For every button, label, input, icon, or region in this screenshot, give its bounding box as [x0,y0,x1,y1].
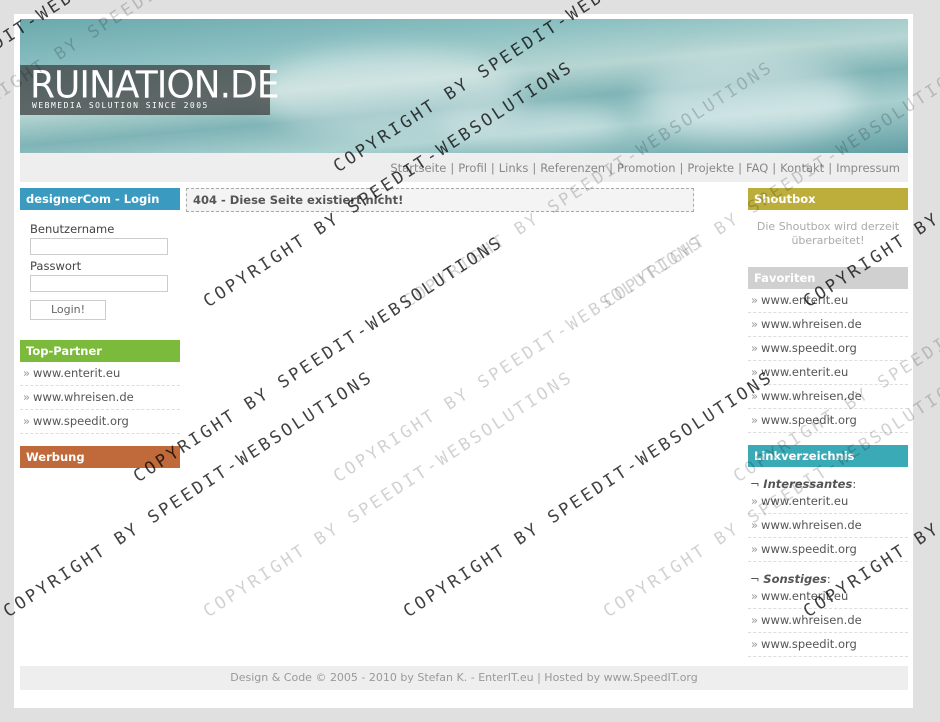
nav-separator: | [450,161,455,175]
nav-profil[interactable]: Profil [458,161,487,175]
list-item[interactable]: » www.enterit.eu [748,361,908,385]
list-item[interactable]: » www.enterit.eu [748,289,908,313]
logo-title: RUINATION.DE [30,63,280,107]
favoriten-title: Favoriten [748,267,908,289]
left-sidebar: designerCom - Login Benutzername Passwor… [20,188,180,468]
link-list: » www.enterit.eu » www.whreisen.de » www.sp… [748,490,908,562]
bullet-icon: » [751,317,759,331]
nav-separator: | [679,161,684,175]
cloud-decoration [440,104,620,144]
nav-bar: Startseite | Profil | Links | Referenzen | Promo… [20,153,908,182]
list-item[interactable]: » www.enterit.eu [20,362,180,386]
section-heading: ¬ Sonstiges: [750,572,831,586]
directory-link[interactable]: www.whreisen.de [761,613,862,627]
partner-link[interactable]: www.whreisen.de [33,390,134,404]
shoutbox-text: Die Shoutbox wird derzeit überarbeitet! [756,220,900,247]
bullet-icon: » [751,293,759,307]
login-box-title: designerCom - Login [20,188,180,210]
favorite-link[interactable]: www.enterit.eu [761,365,848,379]
nav-impressum[interactable]: Impressum [836,161,900,175]
list-item[interactable]: » www.speedit.org [748,337,908,361]
username-field[interactable] [30,238,168,255]
list-item[interactable]: » www.whreisen.de [748,609,908,633]
bullet-icon: » [751,494,759,508]
bullet-icon: » [751,341,759,355]
bullet-icon: » [751,613,759,627]
nav-projekte[interactable]: Projekte [687,161,734,175]
nav-links[interactable]: Links [499,161,529,175]
list-item[interactable]: » www.whreisen.de [748,385,908,409]
list-item[interactable]: » www.whreisen.de [748,514,908,538]
footer: Design & Code © 2005 - 2010 by Stefan K.… [20,666,908,690]
bullet-icon: » [751,518,759,532]
nav-referenzen[interactable]: Referenzen [540,161,605,175]
nav-startseite[interactable]: Startseite [390,161,446,175]
nav-separator: | [828,161,833,175]
nav-separator: | [490,161,495,175]
site-logo[interactable]: RUINATION.DE WEBMEDIA SOLUTION SINCE 200… [20,65,280,115]
nav-separator: | [772,161,777,175]
nav-promotion[interactable]: Promotion [617,161,676,175]
favorite-link[interactable]: www.whreisen.de [761,389,862,403]
cloud-decoration [640,59,860,139]
partner-link[interactable]: www.speedit.org [33,414,129,428]
directory-link[interactable]: www.whreisen.de [761,518,862,532]
error-message: 404 - Diese Seite existiert nicht! [186,188,694,212]
nav-kontakt[interactable]: Kontakt [780,161,824,175]
link-list: » www.enterit.eu » www.whreisen.de » www.sp… [748,585,908,657]
nav-separator: | [609,161,613,175]
bullet-icon: » [23,390,31,404]
bullet-icon: » [751,365,759,379]
favorite-link[interactable]: www.whreisen.de [761,317,862,331]
directory-link[interactable]: www.enterit.eu [761,494,848,508]
list-item[interactable]: » www.speedit.org [748,633,908,657]
password-field[interactable] [30,275,168,292]
main-nav: Startseite | Profil | Links | Referenzen | Promo… [390,161,900,175]
bullet-icon: » [751,589,759,603]
list-item[interactable]: » www.whreisen.de [20,386,180,410]
bullet-icon: » [751,637,759,651]
list-item[interactable]: » www.whreisen.de [748,313,908,337]
directory-link[interactable]: www.enterit.eu [761,589,848,603]
section-heading-label: Interessantes [763,477,853,491]
login-button[interactable]: Login! [30,300,106,320]
partner-link[interactable]: www.enterit.eu [33,366,120,380]
top-partner-list: » www.enterit.eu » www.whreisen.de » www.sp… [20,362,180,434]
logo-subtitle: WEBMEDIA SOLUTION SINCE 2005 [32,101,209,110]
list-item[interactable]: » www.speedit.org [748,538,908,562]
bullet-icon: » [23,366,31,380]
directory-link[interactable]: www.speedit.org [761,637,857,651]
page: RUINATION.DE WEBMEDIA SOLUTION SINCE 200… [14,14,913,708]
nav-separator: | [738,161,743,175]
favorite-link[interactable]: www.speedit.org [761,413,857,427]
list-item[interactable]: » www.enterit.eu [748,490,908,514]
favorite-link[interactable]: www.speedit.org [761,341,857,355]
username-label: Benutzername [30,222,115,236]
list-item[interactable]: » www.enterit.eu [748,585,908,609]
directory-link[interactable]: www.speedit.org [761,542,857,556]
list-item[interactable]: » www.speedit.org [20,410,180,434]
linkverzeichnis-title: Linkverzeichnis [748,445,908,467]
header-banner: RUINATION.DE WEBMEDIA SOLUTION SINCE 200… [20,19,908,153]
right-sidebar: Shoutbox Die Shoutbox wird derzeit übera… [748,188,908,657]
bullet-icon: » [751,413,759,427]
nav-faq[interactable]: FAQ [746,161,768,175]
list-item[interactable]: » www.speedit.org [748,409,908,433]
werbung-title: Werbung [20,446,180,468]
top-partner-title: Top-Partner [20,340,180,362]
bullet-icon: » [751,542,759,556]
shoutbox-title: Shoutbox [748,188,908,210]
favorite-link[interactable]: www.enterit.eu [761,293,848,307]
login-form: Benutzername Passwort Login! [20,210,180,328]
section-heading: ¬ Interessantes: [750,477,857,491]
nav-separator: | [532,161,537,175]
favoriten-list: » www.enterit.eu » www.whreisen.de » www.sp… [748,289,908,433]
bullet-icon: » [23,414,31,428]
bullet-icon: » [751,389,759,403]
password-label: Passwort [30,259,82,273]
section-heading-label: Sonstiges [763,572,827,586]
